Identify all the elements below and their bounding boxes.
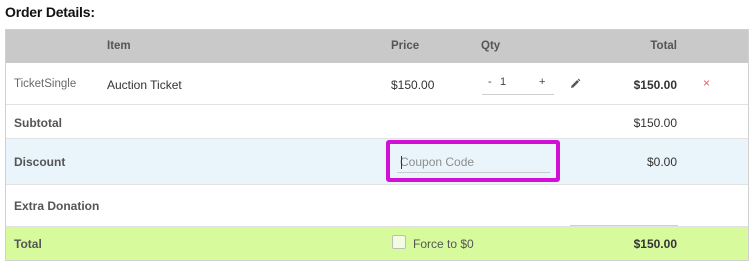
subtotal-row: Subtotal $150.00 [6, 105, 748, 139]
coupon-highlight [386, 140, 560, 182]
extra-donation-row: Extra Donation [6, 185, 748, 227]
total-value: $150.00 [633, 237, 677, 251]
quantity-stepper: - 1 + [482, 73, 554, 95]
discount-value: $0.00 [646, 155, 677, 169]
order-details-heading: Order Details: [5, 4, 95, 20]
column-header-total: Total [650, 40, 677, 52]
qty-increment-button[interactable]: + [539, 76, 545, 88]
edit-pencil-icon[interactable] [569, 77, 581, 89]
item-price: $150.00 [391, 78, 435, 92]
column-header-item: Item [107, 40, 131, 52]
total-row: Total Force to $0 $150.00 [6, 227, 748, 260]
item-total: $150.00 [633, 78, 677, 92]
discount-row: Discount $0.00 [6, 139, 748, 185]
item-type: TicketSingle [14, 78, 77, 90]
discount-label: Discount [14, 155, 66, 169]
extra-donation-input[interactable] [570, 204, 678, 226]
subtotal-label: Subtotal [14, 116, 62, 130]
extra-donation-label: Extra Donation [14, 199, 100, 213]
remove-item-icon[interactable]: × [703, 76, 710, 90]
column-header-qty: Qty [481, 40, 501, 52]
coupon-code-input[interactable] [397, 151, 550, 173]
item-name: Auction Ticket [107, 78, 182, 92]
subtotal-value: $150.00 [633, 116, 677, 130]
force-to-zero-label[interactable]: Force to $0 [413, 237, 474, 251]
order-table: Item Price Qty Total TicketSingle Auctio… [5, 29, 749, 261]
table-header: Item Price Qty Total [6, 30, 748, 63]
column-header-price: Price [391, 40, 420, 52]
qty-decrement-button[interactable]: - [488, 76, 492, 88]
force-to-zero-checkbox[interactable] [392, 235, 406, 249]
qty-value[interactable]: 1 [500, 76, 506, 88]
total-label: Total [14, 237, 42, 251]
text-cursor [401, 156, 402, 169]
table-row: TicketSingle Auction Ticket $150.00 - 1 … [6, 63, 748, 105]
